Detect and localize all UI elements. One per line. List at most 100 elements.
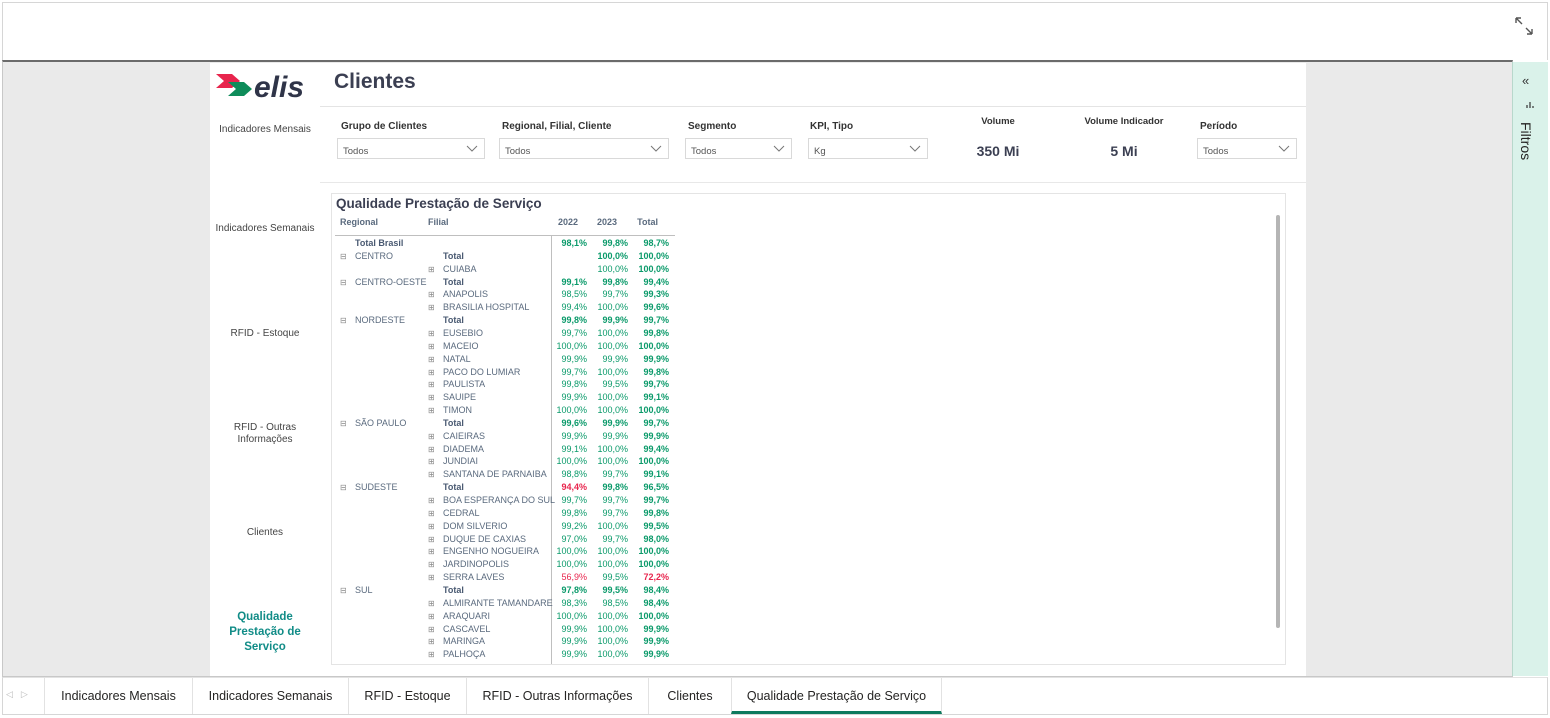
tab-scroll-arrows-icon[interactable]: ◁▷	[6, 689, 36, 700]
cell-2023: 100,0%	[597, 405, 628, 416]
row-regional-label: NORDESTE	[355, 315, 406, 326]
nav-item-indicadores-semanais[interactable]: Indicadores Semanais	[210, 223, 320, 235]
nav-item-indicadores-mensais[interactable]: Indicadores Mensais	[210, 124, 320, 136]
expand-icon[interactable]: ⊞	[428, 520, 435, 533]
cell-2022: 99,7%	[561, 327, 587, 338]
cell-2022: 99,8%	[561, 507, 587, 518]
segmento-dropdown[interactable]: Todos	[685, 138, 792, 159]
side-navigation	[210, 63, 320, 676]
cell-total: 99,7%	[643, 495, 669, 505]
expand-icon[interactable]	[1513, 15, 1535, 37]
cell-2022: 99,2%	[561, 520, 587, 531]
cell-2023: 99,7%	[602, 533, 628, 544]
expand-icon[interactable]: ⊞	[428, 494, 435, 507]
tab-indicadores-mensais[interactable]: Indicadores Mensais	[44, 678, 192, 714]
table-row: ⊞ ANAPOLIS 98,5% 99,7% 99,3%	[335, 288, 675, 301]
cell-total: 99,5%	[643, 520, 669, 531]
cell-2022: 99,7%	[561, 366, 587, 377]
expand-icon[interactable]: ⊞	[428, 571, 435, 584]
nav-item-rfid-outras[interactable]: RFID - Outras Informações	[210, 422, 320, 446]
col-header-filial[interactable]: Filial	[428, 217, 449, 227]
collapse-icon[interactable]: ⊟	[340, 584, 347, 597]
cell-2022: 99,7%	[561, 495, 587, 505]
tab-rfid-estoque[interactable]: RFID - Estoque	[348, 678, 466, 714]
expand-icon[interactable]: ⊞	[428, 610, 435, 623]
expand-icon[interactable]: ⊞	[428, 635, 435, 648]
expand-icon[interactable]: ⊞	[428, 263, 435, 276]
cell-total: 100,0%	[638, 263, 669, 274]
expand-icon[interactable]: ⊞	[428, 507, 435, 520]
cell-total: 100,0%	[638, 610, 669, 621]
col-header-2022[interactable]: 2022	[538, 217, 578, 227]
col-header-2023[interactable]: 2023	[577, 217, 617, 227]
grupo-dropdown[interactable]: Todos	[337, 138, 485, 159]
cell-2023: 98,5%	[602, 597, 628, 608]
expand-icon[interactable]: ⊞	[428, 455, 435, 468]
expand-icon[interactable]: ⊞	[428, 391, 435, 404]
expand-icon[interactable]: ⊞	[428, 545, 435, 558]
cell-2023: 99,8%	[602, 482, 628, 493]
collapse-icon[interactable]: ⊟	[340, 481, 347, 494]
cell-2023: 99,9%	[602, 430, 628, 441]
table-row: ⊞ PAULISTA 99,8% 99,5% 99,7%	[335, 378, 675, 391]
col-header-total[interactable]: Total	[618, 217, 658, 227]
expand-icon[interactable]: ⊞	[428, 597, 435, 610]
expand-icon[interactable]: ⊞	[428, 404, 435, 417]
cell-2023: 100,0%	[597, 366, 628, 377]
row-filial-label: Total	[443, 417, 464, 428]
regional-dropdown[interactable]: Todos	[499, 138, 669, 159]
double-chevron-left-icon[interactable]: «	[1522, 73, 1529, 88]
tab-indicadores-semanais[interactable]: Indicadores Semanais	[192, 678, 348, 714]
cell-2022: 100,0%	[556, 340, 587, 351]
table-row: ⊞ SERRA LAVES 56,9% 99,5% 72,2%	[335, 571, 675, 584]
row-regional-label: CENTRO-OESTE	[355, 276, 427, 287]
row-filial-label: DOM SILVERIO	[443, 520, 508, 531]
table-row: ⊞ DOM SILVERIO 99,2% 100,0% 99,5%	[335, 520, 675, 533]
tab-rfid-outras[interactable]: RFID - Outras Informações	[466, 678, 648, 714]
matrix-scrollbar[interactable]	[1276, 215, 1280, 628]
expand-icon[interactable]: ⊞	[428, 443, 435, 456]
tab-qualidade[interactable]: Qualidade Prestação de Serviço	[731, 678, 942, 714]
expand-icon[interactable]: ⊞	[428, 623, 435, 636]
row-filial-label: Total	[443, 250, 464, 261]
expand-icon[interactable]: ⊞	[428, 288, 435, 301]
cell-2022: 100,0%	[556, 405, 587, 416]
cell-total: 99,4%	[643, 443, 669, 454]
expand-icon[interactable]: ⊞	[428, 327, 435, 340]
kpi-volume-label: Volume	[981, 116, 1015, 127]
expand-icon[interactable]: ⊞	[428, 558, 435, 571]
expand-icon[interactable]: ⊞	[428, 301, 435, 314]
expand-icon[interactable]: ⊞	[428, 648, 435, 661]
row-filial-label: EUSEBIO	[443, 327, 484, 338]
filters-pane-label[interactable]: Filtros	[1518, 122, 1534, 160]
table-row: ⊞ SAUIPE 99,9% 100,0% 99,1%	[335, 391, 675, 404]
collapse-icon[interactable]: ⊟	[340, 276, 347, 289]
periodo-dropdown[interactable]: Todos	[1197, 138, 1297, 159]
table-row: ⊞ MACEIO 100,0% 100,0% 100,0%	[335, 340, 675, 353]
nav-item-qualidade[interactable]: Qualidade Prestação de Serviço	[210, 610, 320, 655]
row-filial-label: Total	[443, 276, 464, 287]
expand-icon[interactable]: ⊞	[428, 340, 435, 353]
collapse-icon[interactable]: ⊟	[340, 417, 347, 430]
collapse-icon[interactable]: ⊟	[340, 314, 347, 327]
tab-clientes[interactable]: Clientes	[648, 678, 731, 714]
cell-total: 99,8%	[643, 507, 669, 518]
expand-icon[interactable]: ⊞	[428, 468, 435, 481]
collapse-icon[interactable]: ⊟	[340, 250, 347, 263]
cell-2023: 99,5%	[602, 584, 628, 595]
expand-icon[interactable]: ⊞	[428, 366, 435, 379]
expand-icon[interactable]: ⊞	[428, 533, 435, 546]
expand-icon[interactable]: ⊞	[428, 378, 435, 391]
expand-icon[interactable]: ⊞	[428, 353, 435, 366]
col-header-regional[interactable]: Regional	[340, 217, 378, 227]
row-filial-label: PALHOÇA	[443, 649, 486, 660]
chevron-down-icon	[650, 145, 662, 152]
nav-item-clientes[interactable]: Clientes	[210, 527, 320, 539]
table-row: ⊞ CASCAVEL 99,9% 100,0% 99,9%	[335, 623, 675, 636]
nav-item-rfid-estoque[interactable]: RFID - Estoque	[210, 328, 320, 340]
cell-2023: 99,8%	[602, 276, 628, 287]
kpi-dropdown[interactable]: Kg	[808, 138, 928, 159]
expand-icon[interactable]: ⊞	[428, 430, 435, 443]
row-filial-label: ENGENHO NOGUEIRA	[443, 546, 540, 557]
segmento-value: Todos	[691, 146, 717, 157]
